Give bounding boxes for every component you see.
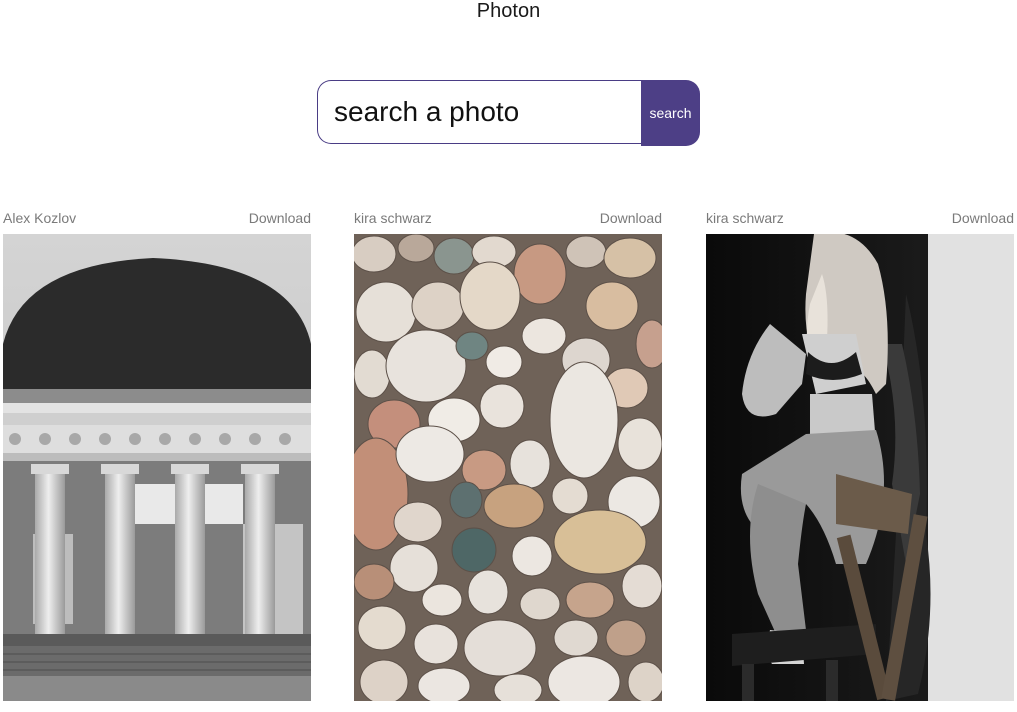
search-input[interactable] <box>317 80 641 144</box>
photo-card: Alex Kozlov Download <box>3 208 311 704</box>
search-button[interactable]: search <box>641 80 700 146</box>
download-link[interactable]: Download <box>249 208 311 228</box>
search-bar: search <box>317 80 700 146</box>
photo-classical-colonnade[interactable] <box>3 234 311 701</box>
photo-card-header: kira schwarz Download <box>706 208 1014 228</box>
app-title: Photon <box>476 0 541 22</box>
download-link[interactable]: Download <box>600 208 662 228</box>
photo-author[interactable]: Alex Kozlov <box>3 208 76 228</box>
photo-card: kira schwarz Download <box>354 208 662 704</box>
photo-card-header: kira schwarz Download <box>354 208 662 228</box>
photo-author[interactable]: kira schwarz <box>706 208 784 228</box>
download-link[interactable]: Download <box>952 208 1014 228</box>
photo-card-header: Alex Kozlov Download <box>3 208 311 228</box>
photo-card: kira schwarz Download <box>706 208 1014 704</box>
photo-pebbles[interactable] <box>354 234 662 701</box>
photo-author[interactable]: kira schwarz <box>354 208 432 228</box>
photo-woman-on-chair[interactable] <box>706 234 1014 701</box>
